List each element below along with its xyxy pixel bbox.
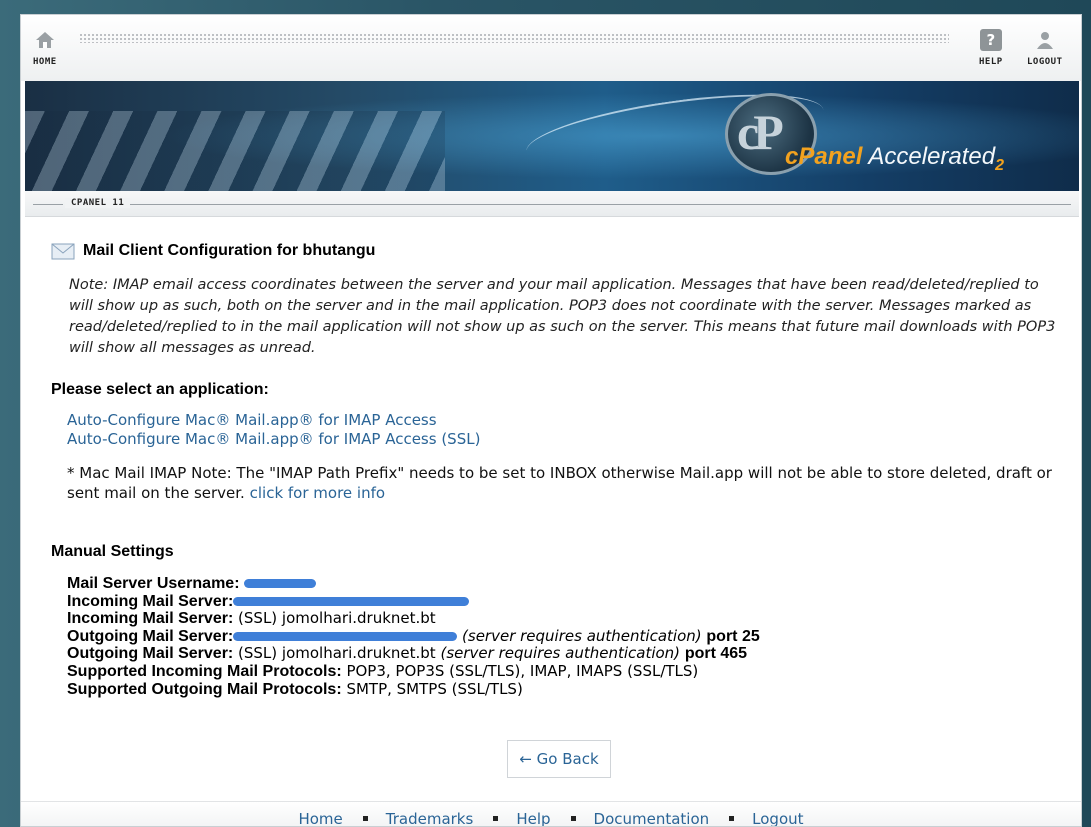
outgoing-ssl-auth-note: (server requires authentication) xyxy=(440,644,681,663)
help-button[interactable]: ? HELP xyxy=(979,29,1003,67)
manual-settings-list: Mail Server Username: Incoming Mail Serv… xyxy=(67,575,1061,698)
dotted-divider xyxy=(79,33,949,43)
in-protocols-value: POP3, POP3S (SSL/TLS), IMAP, IMAPS (SSL/… xyxy=(346,661,699,680)
outgoing-ssl-value: (SSL) jomolhari.druknet.bt xyxy=(238,644,436,663)
setting-row-incoming: Incoming Mail Server: xyxy=(67,593,1061,611)
logo-cpanel-text: cPanel xyxy=(785,143,863,170)
page-header: Mail Client Configuration for bhutangu xyxy=(51,241,1061,261)
go-back-button[interactable]: ← Go Back xyxy=(507,740,611,778)
auto-configure-imap-ssl-link[interactable]: Auto-Configure Mac® Mail.app® for IMAP A… xyxy=(67,430,480,448)
envelope-icon xyxy=(51,243,75,260)
footer-separator xyxy=(570,815,576,821)
cpanel-logo-wordmark: cPanel Accelerated2 xyxy=(785,143,1004,175)
username-label: Mail Server Username: xyxy=(67,575,240,592)
footer-help-link[interactable]: Help xyxy=(516,802,550,826)
main-content: Mail Client Configuration for bhutangu N… xyxy=(51,241,1061,698)
home-button[interactable]: HOME xyxy=(33,29,57,67)
logout-label: LOGOUT xyxy=(1027,57,1063,67)
imap-pop3-note: Note: IMAP email access coordinates betw… xyxy=(69,277,1056,356)
out-protocols-value: SMTP, SMTPS (SSL/TLS) xyxy=(346,679,523,698)
manual-settings-heading: Manual Settings xyxy=(51,543,174,560)
footer-home-link[interactable]: Home xyxy=(298,802,342,826)
mac-mail-note: * Mac Mail IMAP Note: The "IMAP Path Pre… xyxy=(67,463,1057,503)
select-application-heading: Please select an application: xyxy=(51,381,269,398)
breadcrumb-cpanel-11[interactable]: CPANEL 11 xyxy=(65,198,131,208)
outgoing-ssl-port: port 465 xyxy=(684,645,748,663)
user-logout-icon xyxy=(1034,29,1056,51)
redacted-incoming-server xyxy=(233,596,470,606)
redacted-username xyxy=(244,579,317,588)
mac-mail-note-text: * Mac Mail IMAP Note: The "IMAP Path Pre… xyxy=(67,464,1052,502)
help-icon: ? xyxy=(979,29,1002,51)
outgoing-auth-note: (server requires authentication) xyxy=(462,626,702,645)
footer-separator xyxy=(729,815,735,821)
auto-configure-imap-link[interactable]: Auto-Configure Mac® Mail.app® for IMAP A… xyxy=(67,411,437,429)
banner-cables-graphic xyxy=(25,111,445,191)
in-protocols-label: Supported Incoming Mail Protocols: xyxy=(67,662,342,680)
footer-trademarks-link[interactable]: Trademarks xyxy=(386,802,474,826)
logo-accelerated-text: Accelerated xyxy=(868,143,996,170)
auto-configure-links: Auto-Configure Mac® Mail.app® for IMAP A… xyxy=(67,411,1061,449)
cpanel-logo-mark: cP xyxy=(737,104,784,160)
help-label: HELP xyxy=(979,57,1003,67)
setting-row-outgoing-ssl: Outgoing Mail Server: (SSL) jomolhari.dr… xyxy=(67,645,1061,663)
incoming-label: Incoming Mail Server: xyxy=(67,592,234,610)
out-protocols-label: Supported Outgoing Mail Protocols: xyxy=(67,680,342,698)
home-label: HOME xyxy=(33,57,57,67)
cpanel-window: HOME ? HELP LOGOUT cP cPanel Accelerated2 xyxy=(20,14,1082,827)
footer-documentation-link[interactable]: Documentation xyxy=(594,802,710,826)
footer-nav: Home Trademarks Help Documentation Logout xyxy=(21,801,1081,826)
cpanel-banner: cP cPanel Accelerated2 xyxy=(25,81,1079,191)
incoming-ssl-label: Incoming Mail Server: xyxy=(67,610,234,628)
breadcrumb-line-right xyxy=(125,204,1071,205)
setting-row-username: Mail Server Username: xyxy=(67,575,1061,593)
footer-separator xyxy=(362,815,368,821)
top-nav-bar: HOME ? HELP LOGOUT xyxy=(21,15,1081,81)
setting-row-out-protocols: Supported Outgoing Mail Protocols: SMTP,… xyxy=(67,679,1061,699)
breadcrumb-line-left xyxy=(33,204,63,205)
outgoing-port: port 25 xyxy=(706,627,760,645)
logo-version: 2 xyxy=(995,156,1005,174)
logout-button[interactable]: LOGOUT xyxy=(1027,29,1063,67)
footer-separator xyxy=(493,815,499,821)
footer-logout-link[interactable]: Logout xyxy=(752,802,803,826)
setting-row-in-protocols: Supported Incoming Mail Protocols: POP3,… xyxy=(67,663,1061,681)
outgoing-ssl-label: Outgoing Mail Server: xyxy=(67,645,234,663)
page-title: Mail Client Configuration for bhutangu xyxy=(83,242,376,259)
setting-row-incoming-ssl: Incoming Mail Server: (SSL) jomolhari.dr… xyxy=(67,610,1061,628)
outgoing-label: Outgoing Mail Server: xyxy=(67,627,234,645)
redacted-outgoing-server xyxy=(233,631,458,641)
home-icon xyxy=(34,29,56,51)
incoming-ssl-value: (SSL) jomolhari.druknet.bt xyxy=(238,609,436,628)
breadcrumb: CPANEL 11 xyxy=(25,191,1079,217)
more-info-link[interactable]: click for more info xyxy=(250,484,385,502)
setting-row-outgoing: Outgoing Mail Server: (server requires a… xyxy=(67,626,1061,646)
